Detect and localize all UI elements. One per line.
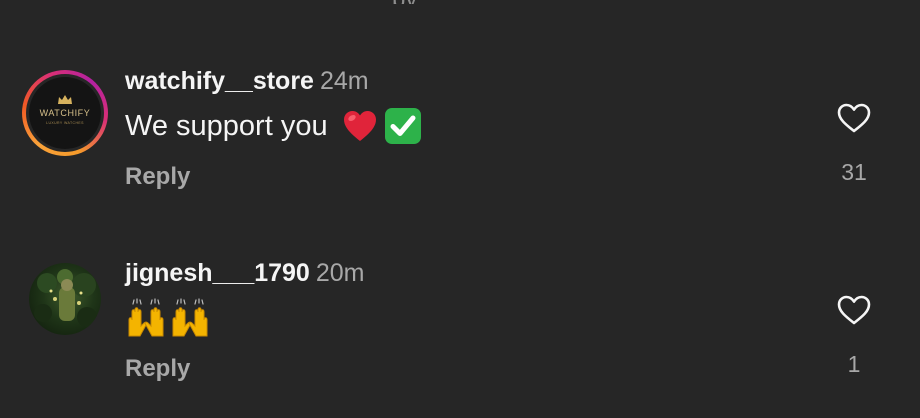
comment-header: jignesh___1790 20m <box>125 258 364 288</box>
like-count: 31 <box>841 159 867 185</box>
comment-username[interactable]: jignesh___1790 <box>125 259 310 287</box>
comment-timestamp: 20m <box>315 259 365 287</box>
avatar-logo-subtext: LUXURY WATCHES <box>46 121 84 125</box>
reply-button[interactable]: Reply <box>125 162 190 192</box>
comment-header: watchify__store 24m <box>125 66 369 96</box>
avatar-logo-text: WATCHIFY <box>39 108 91 118</box>
comment-text: We support you <box>125 110 328 142</box>
comment-item: jignesh___1790 20m Reply 1 <box>0 250 920 410</box>
comment-item: WATCHIFY LUXURY WATCHES watchify__store 2… <box>0 58 920 218</box>
avatar: WATCHIFY LUXURY WATCHES <box>29 77 101 149</box>
like-count: 1 <box>847 351 861 377</box>
comment-username[interactable]: watchify__store <box>125 67 314 95</box>
avatar[interactable] <box>29 263 101 335</box>
comment-body: We support you <box>125 106 422 146</box>
check-mark-button-icon <box>384 108 421 144</box>
avatar-story-ring[interactable]: WATCHIFY LUXURY WATCHES <box>22 70 108 156</box>
avatar-photo-image <box>34 269 97 327</box>
raising-hands-icon <box>128 298 164 337</box>
crown-icon <box>58 95 72 104</box>
heart-outline-icon[interactable] <box>836 294 872 326</box>
raising-hands-icon <box>172 298 208 337</box>
heart-outline-icon[interactable] <box>836 102 872 134</box>
comment-timestamp: 24m <box>319 67 369 95</box>
comment-body <box>125 298 211 338</box>
reply-button[interactable]: Reply <box>125 354 190 384</box>
previous-comment-partial-text: py <box>392 0 432 4</box>
red-heart-icon <box>343 111 376 141</box>
